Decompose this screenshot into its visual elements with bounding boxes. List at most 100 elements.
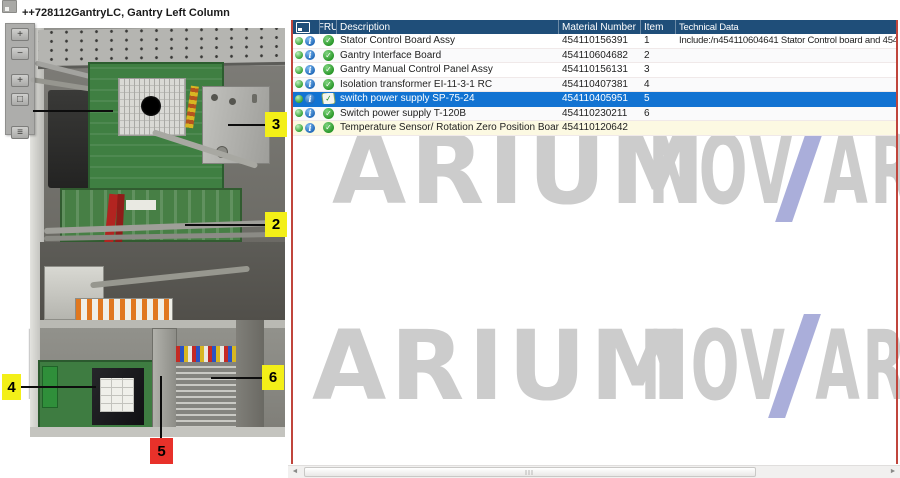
fru-cell: ✓ <box>320 108 337 119</box>
table-row[interactable]: i ✓Temperature Sensor/ Rotation Zero Posi… <box>293 121 896 136</box>
row-status-cell: i <box>293 123 320 133</box>
column-header-technical-data[interactable]: Technical Data <box>676 20 896 34</box>
description-cell: Switch power supply T-120B <box>337 108 559 119</box>
photo-power-supply <box>176 350 236 434</box>
photo-psu-wires <box>176 346 236 362</box>
info-icon[interactable]: i <box>305 94 315 104</box>
info-icon[interactable]: i <box>305 36 315 46</box>
table-row[interactable]: i ✓Isolation transformer EI-11-3-1 RC4541… <box>293 78 896 93</box>
fru-cell: ✓ <box>320 122 337 133</box>
row-status-cell: i <box>293 36 320 46</box>
photo-screw <box>229 98 236 105</box>
table-row[interactable]: i ✓Gantry Manual Control Panel Assy454110… <box>293 63 896 78</box>
status-dot-icon <box>295 80 303 88</box>
column-header-fru[interactable]: FRU <box>320 20 337 34</box>
photo-transformer-label <box>100 378 134 412</box>
fru-cell: ✓ <box>320 35 337 46</box>
status-dot-icon <box>295 66 303 74</box>
technical-data-cell: Include:/n454110604641 Stator Control bo… <box>676 35 896 46</box>
column-header-item[interactable]: Item <box>641 20 676 34</box>
fru-check-icon: ✓ <box>323 122 334 133</box>
zoom-out-button[interactable]: − <box>11 47 29 60</box>
material-number-cell: 454110230211 <box>559 108 641 119</box>
photo-screw <box>211 94 218 101</box>
fru-check-icon: ✓ <box>323 79 334 90</box>
pan-button[interactable]: + <box>11 74 29 87</box>
info-icon[interactable]: i <box>305 65 315 75</box>
item-cell: 2 <box>641 50 676 61</box>
callout-leader-line-3 <box>228 124 266 126</box>
table-row[interactable]: i ✓switch power supply SP-75-244541104059… <box>293 92 896 107</box>
callout-label-3[interactable]: 3 <box>265 112 287 137</box>
scrollbar-track[interactable] <box>302 466 886 478</box>
material-number-cell: 454110604682 <box>559 50 641 61</box>
photo-mounting-bracket <box>152 328 177 437</box>
photo-screw <box>252 94 257 103</box>
photo-document-icon <box>2 0 17 13</box>
material-number-cell: 454110405951 <box>559 93 641 104</box>
material-number-cell: 454110156391 <box>559 35 641 46</box>
table-row[interactable]: i ✓Switch power supply T-120B454110230211… <box>293 107 896 122</box>
row-status-cell: i <box>293 65 320 75</box>
image-viewer-toolbar: +−+□≡ <box>5 23 35 135</box>
photo-terminal-strip <box>75 298 173 322</box>
zoom-in-button[interactable]: + <box>11 28 29 41</box>
description-cell: Gantry Interface Board <box>337 50 559 61</box>
scroll-right-button[interactable]: ► <box>886 466 900 478</box>
info-icon[interactable]: i <box>305 108 315 118</box>
info-icon[interactable]: i <box>305 123 315 133</box>
callout-leader-line-6 <box>211 377 263 379</box>
callout-label-2[interactable]: 2 <box>265 212 287 237</box>
callout-leader-line-5 <box>160 376 162 439</box>
scrollbar-grip <box>526 470 535 475</box>
image-column-icon <box>296 22 310 33</box>
callout-leader-line-4 <box>20 386 96 388</box>
parts-table-header: FRU Description Material Number Item Tec… <box>293 20 896 34</box>
parts-table: FRU Description Material Number Item Tec… <box>293 20 896 136</box>
fru-cell: ✓ <box>320 64 337 75</box>
item-cell: 1 <box>641 35 676 46</box>
item-cell: 5 <box>641 93 676 104</box>
layers-button[interactable]: ≡ <box>11 126 29 139</box>
row-status-cell: i <box>293 108 320 118</box>
column-header-material-number[interactable]: Material Number <box>559 20 641 34</box>
callout-label-5[interactable]: 5 <box>150 438 173 464</box>
status-dot-icon <box>295 37 303 45</box>
row-status-cell: i <box>293 94 320 104</box>
callout-label-4[interactable]: 4 <box>2 374 21 400</box>
fit-view-button[interactable]: □ <box>11 93 29 106</box>
watermark-text: NOV AR <box>648 124 900 216</box>
fru-cell: ✓ <box>320 93 337 104</box>
description-cell: switch power supply SP-75-24 <box>337 93 559 104</box>
fru-check-icon: ✓ <box>323 35 334 46</box>
horizontal-scrollbar[interactable]: ◄ ► <box>288 465 900 478</box>
info-icon[interactable]: i <box>305 50 315 60</box>
table-row[interactable]: i ✓Gantry Interface Board4541106046822 <box>293 49 896 64</box>
scroll-left-button[interactable]: ◄ <box>288 466 302 478</box>
description-cell: Stator Control Board Assy <box>337 35 559 46</box>
table-row[interactable]: i ✓Stator Control Board Assy4541101563911… <box>293 34 896 49</box>
fru-cell: ✓ <box>320 50 337 61</box>
fru-check-icon: ✓ <box>323 108 334 119</box>
fru-cell: ✓ <box>320 79 337 90</box>
material-number-cell: 454110407381 <box>559 79 641 90</box>
description-cell: Gantry Manual Control Panel Assy <box>337 64 559 75</box>
status-dot-icon <box>295 51 303 59</box>
gantry-left-column-photo[interactable] <box>30 28 285 437</box>
material-number-cell: 454110156131 <box>559 64 641 75</box>
description-cell: Temperature Sensor/ Rotation Zero Positi… <box>337 122 559 133</box>
info-icon[interactable]: i <box>305 79 315 89</box>
page-title: ++728112GantryLC, Gantry Left Column <box>22 7 230 19</box>
scrollbar-thumb[interactable] <box>304 467 756 477</box>
callout-label-6[interactable]: 6 <box>262 365 284 390</box>
item-cell: 6 <box>641 108 676 119</box>
column-header-description[interactable]: Description <box>337 20 559 34</box>
fru-check-icon: ✓ <box>323 50 334 61</box>
column-header-image[interactable] <box>293 20 320 34</box>
photo-bottom-edge <box>30 427 285 437</box>
status-dot-icon <box>295 95 303 103</box>
fru-check-icon: ✓ <box>323 64 334 75</box>
description-cell: Isolation transformer EI-11-3-1 RC <box>337 79 559 90</box>
fru-check-icon: ✓ <box>322 93 334 104</box>
row-status-cell: i <box>293 79 320 89</box>
